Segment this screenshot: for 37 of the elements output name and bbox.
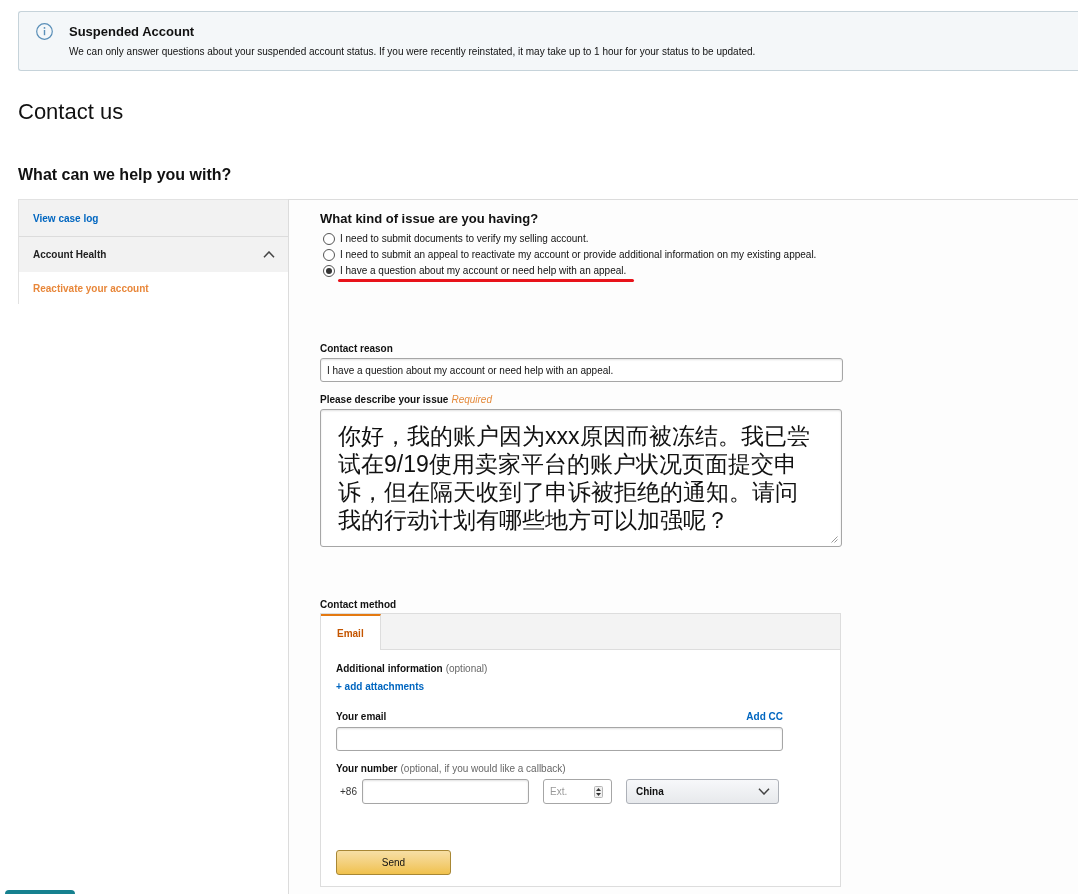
required-note: Required [451,394,492,406]
sidebar-link[interactable]: View case log [19,200,288,237]
field-label: Contact method [320,599,397,611]
chevron-up-icon [263,251,275,258]
issue-textarea[interactable]: 你好，我的账户因为xxx原因而被冻结。我已尝试在9/19使用卖家平台的账户状况页面提交申诉，但在隔天收到了申诉被拒绝的通知。请问我的行动计划有哪些地方可以加强呢？ [320,409,842,547]
spinner-arrows-icon[interactable] [593,785,603,798]
optional-hint: (optional, if you would like a callback) [400,763,566,775]
add-attachments-link[interactable]: + add attachments [336,681,425,693]
page-title: Contact us [18,99,124,125]
tab[interactable]: Email [321,614,381,650]
radio-label[interactable]: I need to submit documents to verify my selling account. [340,231,589,247]
add-cc-link[interactable]: Add CC [746,711,783,723]
field-label: Contact reason [320,343,393,355]
country-code: +86 [340,785,357,799]
field-label: Your number [336,763,398,775]
contact-reason-field[interactable]: I have a question about my account or need help with an appeal. [320,358,843,382]
email-input[interactable] [336,727,783,751]
send-button[interactable]: Send [336,850,451,875]
sidebar-group-header[interactable]: Account Health [19,237,288,272]
section-title: What can we help you with? [18,165,232,185]
radio-label[interactable]: I have a question about my account or need help with an appeal. [340,263,627,279]
field-label: Additional information [336,663,443,675]
radio-button[interactable] [323,233,335,245]
question-title: What kind of issue are you having? [320,211,539,227]
field-label: Your email [336,711,387,723]
radio-button[interactable] [323,265,335,277]
chevron-down-icon [757,788,770,795]
phone-input[interactable] [361,779,529,804]
alert-title: Suspended Account [69,24,196,40]
country-select[interactable]: China [625,779,779,804]
info-icon [36,23,53,40]
field-label: Please describe your issue [320,394,449,406]
radio-label[interactable]: I need to submit an appeal to reactivate my account or provide additional information on my existing appeal. [340,247,817,263]
optional-hint: (optional) [445,663,488,675]
radio-button[interactable] [323,249,335,261]
alert-message: We can only answer questions about your suspended account status. If you were recently reinstated, it may take up to 1 hour for your status to be updated. [69,46,756,58]
resize-grip-icon[interactable] [831,536,838,543]
